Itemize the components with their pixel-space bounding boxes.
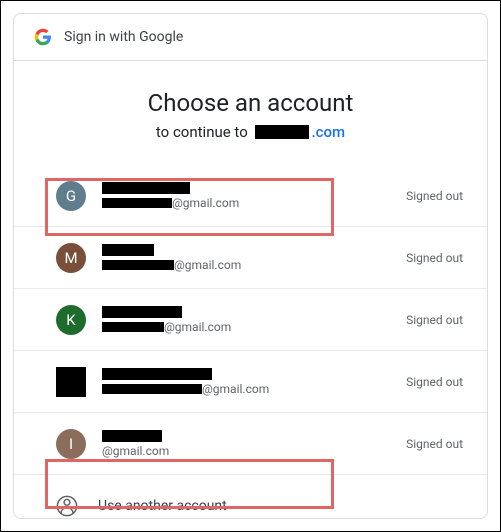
- email-line: @gmail.com: [102, 258, 394, 272]
- email-suffix: @gmail.com: [102, 444, 169, 458]
- header: Sign in with Google: [14, 14, 487, 61]
- redacted-email-local: [102, 198, 172, 208]
- main-content: Choose an account to continue to .com G @…: [14, 61, 487, 518]
- person-add-icon: [56, 495, 78, 517]
- avatar: K: [56, 305, 86, 335]
- avatar: I: [56, 429, 86, 459]
- account-list: G @gmail.com Signed out M @gmail.com Signed o…: [14, 165, 487, 475]
- redacted-email-local: [102, 260, 174, 270]
- email-line: @gmail.com: [102, 196, 394, 210]
- use-another-account-button[interactable]: Use another account: [14, 475, 487, 518]
- redacted-email-local: [102, 322, 164, 332]
- account-row[interactable]: K @gmail.com Signed out: [14, 289, 487, 351]
- email-suffix: @gmail.com: [202, 382, 269, 396]
- account-row[interactable]: I @gmail.com Signed out: [14, 413, 487, 475]
- page-title: Choose an account: [14, 89, 487, 117]
- use-another-label: Use another account: [98, 498, 227, 514]
- avatar: [56, 367, 86, 397]
- account-row[interactable]: @gmail.com Signed out: [14, 351, 487, 413]
- redacted-name: [102, 182, 190, 194]
- account-info: @gmail.com: [102, 430, 394, 458]
- continue-line: to continue to .com: [14, 123, 487, 141]
- redacted-name: [102, 306, 182, 318]
- email-suffix: @gmail.com: [164, 320, 231, 334]
- redacted-name: [102, 430, 162, 442]
- account-info: @gmail.com: [102, 368, 394, 396]
- google-logo-icon: [34, 28, 52, 46]
- status-badge: Signed out: [406, 189, 463, 203]
- continue-domain[interactable]: .com: [311, 123, 345, 141]
- status-badge: Signed out: [406, 251, 463, 265]
- avatar: G: [56, 181, 86, 211]
- redacted-name: [102, 244, 154, 256]
- email-suffix: @gmail.com: [172, 196, 239, 210]
- email-line: @gmail.com: [102, 444, 394, 458]
- status-badge: Signed out: [406, 375, 463, 389]
- status-badge: Signed out: [406, 437, 463, 451]
- account-row[interactable]: M @gmail.com Signed out: [14, 227, 487, 289]
- account-info: @gmail.com: [102, 306, 394, 334]
- email-suffix: @gmail.com: [174, 258, 241, 272]
- status-badge: Signed out: [406, 313, 463, 327]
- account-info: @gmail.com: [102, 244, 394, 272]
- email-line: @gmail.com: [102, 320, 394, 334]
- redacted-email-local: [102, 384, 202, 394]
- account-row[interactable]: G @gmail.com Signed out: [14, 165, 487, 227]
- header-title: Sign in with Google: [64, 29, 183, 45]
- redacted-name: [102, 368, 212, 380]
- account-info: @gmail.com: [102, 182, 394, 210]
- continue-prefix: to continue to: [156, 123, 248, 141]
- email-line: @gmail.com: [102, 382, 394, 396]
- account-chooser-card: Sign in with Google Choose an account to…: [13, 13, 488, 519]
- redacted-app-name: [255, 125, 309, 139]
- avatar: M: [56, 243, 86, 273]
